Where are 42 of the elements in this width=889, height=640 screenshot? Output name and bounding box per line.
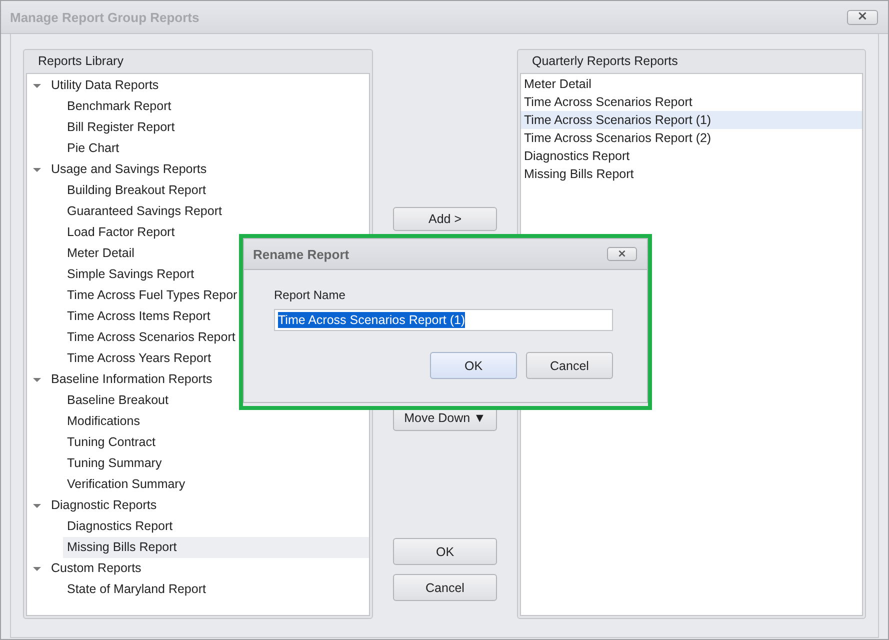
- collapse-icon[interactable]: [33, 564, 41, 572]
- tree-item[interactable]: Missing Bills Report: [63, 537, 369, 558]
- tree-item[interactable]: Diagnostics Report: [27, 516, 369, 537]
- list-item[interactable]: Diagnostics Report: [521, 147, 862, 165]
- collapse-icon[interactable]: [33, 82, 41, 90]
- cancel-button[interactable]: Cancel: [526, 352, 613, 379]
- list-item[interactable]: Time Across Scenarios Report: [521, 93, 862, 111]
- close-button[interactable]: ×: [847, 10, 878, 24]
- dialog-title: Rename Report: [253, 246, 350, 262]
- tree-item[interactable]: Tuning Contract: [27, 432, 369, 453]
- tree-group[interactable]: Usage and Savings Reports: [27, 159, 207, 180]
- list-item[interactable]: Missing Bills Report: [521, 165, 862, 183]
- tree-item[interactable]: State of Maryland Report: [27, 579, 369, 600]
- tree-item[interactable]: Modifications: [27, 411, 369, 432]
- list-item[interactable]: Time Across Scenarios Report (2): [521, 129, 862, 147]
- tree-item[interactable]: Tuning Summary: [27, 453, 369, 474]
- list-item[interactable]: Time Across Scenarios Report (1): [521, 111, 862, 129]
- tree-group[interactable]: Baseline Information Reports: [27, 369, 212, 390]
- collapse-icon[interactable]: [33, 502, 41, 510]
- tree-item[interactable]: Benchmark Report: [27, 96, 369, 117]
- ok-button[interactable]: OK: [393, 538, 497, 565]
- tree-group[interactable]: Custom Reports: [27, 558, 142, 579]
- panel-header: Quarterly Reports Reports: [531, 53, 679, 70]
- add-button[interactable]: Add >: [393, 207, 497, 231]
- tree-item[interactable]: Guaranteed Savings Report: [27, 201, 369, 222]
- cancel-button[interactable]: Cancel: [393, 574, 497, 601]
- ok-button[interactable]: OK: [430, 352, 517, 379]
- tree-item[interactable]: Pie Chart: [27, 138, 369, 159]
- tree-item[interactable]: Load Factor Report: [27, 222, 369, 243]
- input-field[interactable]: Time Across Scenarios Report (1): [274, 309, 613, 331]
- tree-item[interactable]: Building Breakout Report: [27, 180, 369, 201]
- window-title: Manage Report Group Reports: [10, 10, 200, 24]
- tree-item[interactable]: Verification Summary: [27, 474, 369, 495]
- tree-group[interactable]: Diagnostic Reports: [27, 495, 157, 516]
- collapse-icon[interactable]: [33, 166, 41, 174]
- tree-group[interactable]: Utility Data Reports: [27, 75, 159, 96]
- tree-item[interactable]: Bill Register Report: [27, 117, 369, 138]
- field-label: Report Name: [274, 288, 346, 302]
- collapse-icon[interactable]: [33, 376, 41, 384]
- list-item[interactable]: Meter Detail: [521, 75, 862, 93]
- close-button[interactable]: ×: [607, 247, 637, 261]
- panel-header: Reports Library: [37, 53, 124, 70]
